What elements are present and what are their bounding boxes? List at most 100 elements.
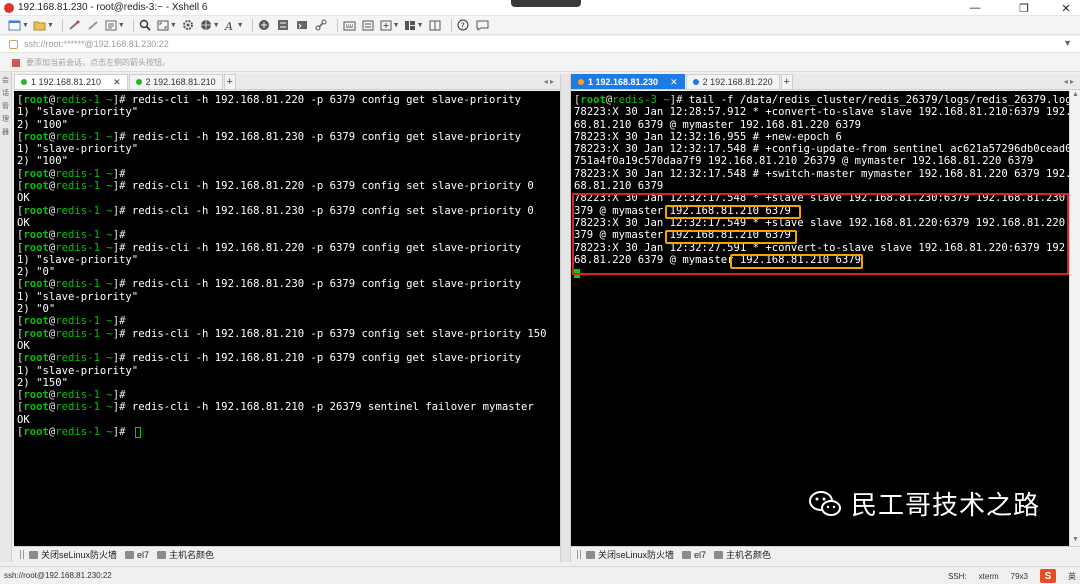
terminal-command: redis-cli -h 192.168.81.220 -p 6379 conf… [125,94,521,106]
terminal-line: 78223:X 30 Jan 12:32:17.548 # +config-up… [574,143,1069,155]
minimize-button[interactable]: — [955,0,995,16]
tab-nav-arrows-icon[interactable]: ◂ ▸ [1064,77,1074,86]
reconnect-icon[interactable] [67,18,82,33]
quick-command-item[interactable]: el7 [125,550,149,560]
terminal-output: 78223:X 30 Jan 12:32:17.548 # +switch-ma… [574,167,1069,180]
properties-icon[interactable]: ▼ [105,18,125,33]
link-icon[interactable] [314,18,329,33]
font-icon[interactable]: A ▼ [224,18,244,33]
status-right: SSH: xterm 79x3 S 英 [936,569,1076,583]
text-cursor [134,426,141,438]
terminal-output: 78223:X 30 Jan 12:32:17.548 # +config-up… [574,143,1069,156]
terminal-line: [root@redis-1 ~]# redis-cli -h 192.168.8… [17,131,560,143]
close-tab-icon[interactable]: ✕ [670,77,678,88]
split-icon[interactable] [428,18,443,33]
right-tab-2[interactable]: 2 192.168.81.220 [685,74,780,89]
prompt-user: root [23,401,49,414]
terminal-output: 1) "slave-priority" [17,253,139,266]
new-tab-button[interactable]: + [780,74,793,89]
xftp-icon[interactable] [257,18,272,33]
right-terminal[interactable]: [root@redis-3 ~]# tail -f /data/redis_cl… [571,91,1069,546]
screen-icon[interactable] [295,18,310,33]
prompt-host: redis-1 [55,352,100,365]
address-bar[interactable]: ssh://root:******@192.168.81.230:22 ▼ [0,36,1080,53]
prompt-user: root [23,315,49,328]
hint-text: 要添加当前会话，点击左侧的箭头按钮。 [26,58,170,67]
quick-command-item[interactable]: 主机名颜色 [714,548,771,561]
right-tab-1[interactable]: 1 192.168.81.230 ✕ [571,74,685,89]
terminal-line: 751a4f0a19c570daa7f9 192.168.81.210 2637… [574,155,1069,167]
highlight-yellow-box [665,230,797,244]
prompt-host: redis-3 [612,94,657,106]
terminal-output: 2) "150" [17,376,69,389]
ime-icon[interactable]: S [1040,569,1056,583]
terminal-line: 78223:X 30 Jan 12:32:17.548 # +switch-ma… [574,168,1069,180]
status-dot-icon [578,79,584,85]
terminal-output: OK [17,413,30,426]
prompt-user: root [23,241,49,254]
open-folder-icon[interactable]: ▼ [33,18,54,33]
status-dot-icon [21,79,27,85]
settings-icon[interactable] [181,18,196,33]
prompt-host: redis-1 [55,426,100,439]
disconnect-icon[interactable] [86,18,101,33]
prompt-symbol: # [119,315,126,328]
find-icon[interactable] [138,18,153,33]
prompt-user: root [23,94,49,106]
highlight-yellow-box [665,205,801,219]
quick-bar-handle-icon[interactable] [20,550,24,559]
address-dropdown-icon[interactable]: ▼ [1063,38,1072,48]
terminal-line: [root@redis-1 ~]# redis-cli -h 192.168.8… [17,278,560,290]
transfer-icon[interactable] [276,18,291,33]
new-tab-button[interactable]: + [223,74,236,89]
left-tab-1[interactable]: 1 192.168.81.210 ✕ [14,74,128,89]
globe-icon[interactable]: ▼ [200,18,220,33]
terminal-line: OK [17,192,560,204]
scroll-up-icon[interactable]: ▲ [1070,91,1080,101]
scroll-down-icon[interactable]: ▼ [1070,536,1080,546]
fullscreen-icon[interactable]: ▼ [157,18,177,33]
terminal-line: 2) "0" [17,266,560,278]
pane-splitter[interactable] [560,74,571,562]
terminal-output: OK [17,339,30,352]
hint-bar: 要添加当前会话，点击左侧的箭头按钮。 [0,54,1080,72]
ime-language[interactable]: 英 [1068,571,1076,582]
help-icon[interactable]: ? [456,18,471,33]
right-terminal-scrollbar[interactable]: ▲ ▼ [1069,91,1080,546]
left-tab-2[interactable]: 2 192.168.81.210 [128,74,223,89]
svg-text:?: ? [461,22,465,31]
bookmark-icon[interactable] [12,58,20,67]
close-window-button[interactable]: ✕ [1046,0,1080,16]
prompt-user: root [23,180,49,193]
add-icon[interactable]: ▼ [380,18,400,33]
prompt-host: redis-1 [55,389,100,402]
chat-icon[interactable] [475,18,490,33]
terminal-line: [root@redis-1 ~]# redis-cli -h 192.168.8… [17,180,560,192]
quick-command-item[interactable]: 主机名颜色 [157,548,214,561]
script-icon[interactable] [361,18,376,33]
terminal-line: 78223:X 30 Jan 12:32:16.955 # +new-epoch… [574,131,1069,143]
terminal-line: 1) "slave-priority" [17,365,560,377]
address-input[interactable]: ssh://root:******@192.168.81.230:22 [24,39,169,49]
quick-command-item[interactable]: 关闭seLinux防火墙 [586,548,674,561]
tab-nav-arrows-icon[interactable]: ◂ ▸ [544,77,554,86]
terminal-line: [root@redis-1 ~]# redis-cli -h 192.168.8… [17,401,560,413]
keyboard-icon[interactable] [342,18,357,33]
close-tab-icon[interactable]: ✕ [113,77,121,88]
prompt-user: root [23,389,49,402]
quick-command-label: el7 [694,549,707,560]
quick-command-item[interactable]: el7 [682,550,706,560]
terminal-line: [root@redis-3 ~]# tail -f /data/redis_cl… [574,94,1069,106]
highlight-yellow-box [730,254,863,269]
quick-command-item[interactable]: 关闭seLinux防火墙 [29,548,117,561]
maximize-button[interactable]: ❐ [1004,0,1044,16]
session-manager-strip[interactable]: 会 话 管 理 器 [0,72,12,562]
quick-bar-handle-icon[interactable] [577,550,581,559]
lock-icon [9,39,18,49]
terminal-line: [root@redis-1 ~]# [17,168,560,180]
left-terminal[interactable]: [root@redis-1 ~]# redis-cli -h 192.168.8… [14,91,560,546]
new-session-icon[interactable]: ▼ [8,18,29,33]
layout-icon[interactable]: ▼ [404,18,424,33]
folder-icon [586,550,595,559]
terminal-line: [root@redis-1 ~]# [17,315,560,327]
